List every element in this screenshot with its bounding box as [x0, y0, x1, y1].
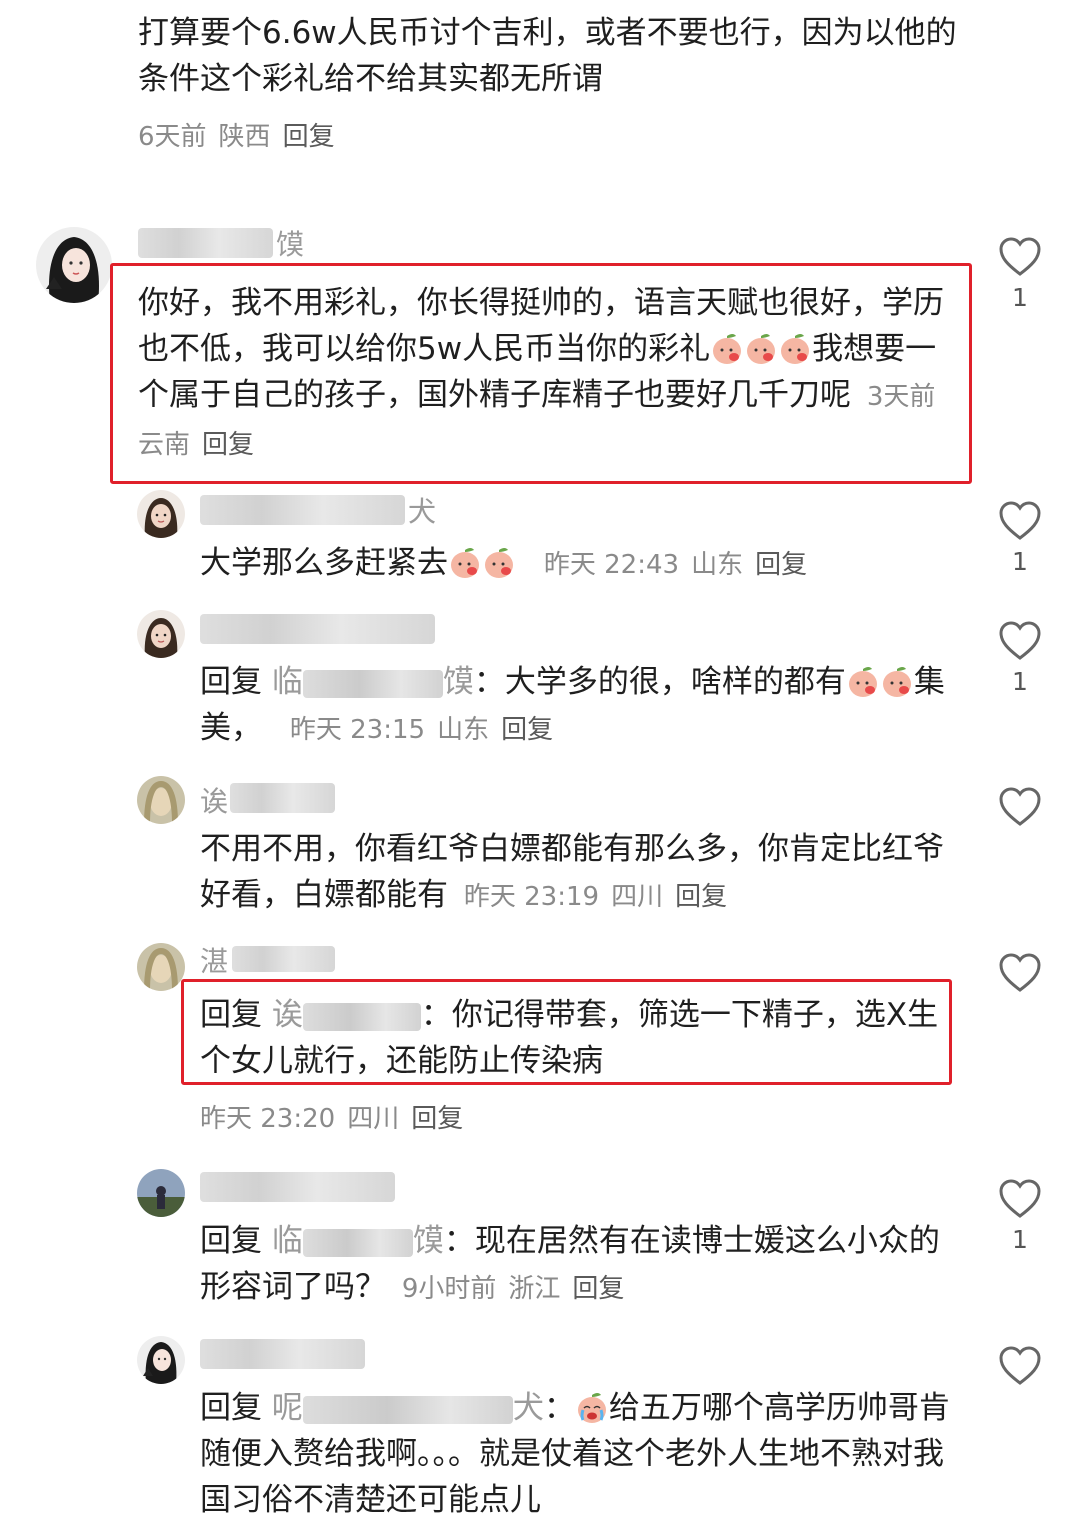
comment-meta: 昨天 23:20 四川 回复 — [200, 1098, 475, 1135]
username-blurred[interactable] — [232, 946, 335, 972]
avatar[interactable] — [137, 1336, 185, 1384]
comment-meta: 6天前 陕西 回复 — [138, 116, 347, 153]
like-count: 1 — [1012, 547, 1028, 576]
reply-prefix: 回复 — [200, 1390, 262, 1426]
username-blurred[interactable] — [230, 783, 335, 813]
crying-emoji — [575, 1389, 609, 1425]
comment-time: 昨天 23:15 — [289, 715, 426, 745]
like-button[interactable] — [988, 1346, 1052, 1386]
comment-text-a: ：大学多的很，啥样的都有 — [473, 664, 846, 700]
avatar[interactable] — [137, 490, 185, 538]
comment-text: 回复 临馍：现在居然有在读博士媛这么小众的形容词了吗？ 9小时前 浙江 回复 — [200, 1218, 970, 1312]
mention-head[interactable]: 呢 — [272, 1390, 303, 1426]
peach-emoji — [448, 544, 482, 580]
comment-time: 9小时前 — [401, 1274, 497, 1304]
peach-emoji — [880, 663, 914, 699]
comment-time: 昨天 22:43 — [543, 550, 680, 580]
mention-tail: 馍 — [412, 1223, 444, 1259]
comment-time: 昨天 23:20 — [200, 1104, 336, 1134]
like-count: 1 — [1012, 667, 1028, 696]
like-count: 1 — [1012, 283, 1028, 312]
comment-text: 不用不用，你看红爷白嫖都能有那么多，你肯定比红爷好看，白嫖都能有 昨天 23:1… — [200, 826, 970, 920]
comment-meta: 昨天 23:15 山东 回复 — [290, 715, 565, 745]
reply-prefix: 回复 — [200, 1223, 262, 1259]
heart-outline-icon — [999, 953, 1041, 992]
comment-location: 陕西 — [218, 122, 271, 152]
username-head: 湛 — [200, 945, 229, 978]
mention-blurred — [302, 1228, 413, 1257]
comment-text: 回复 临馍：大学多的很，啥样的都有 集美， 昨天 23:15 山东 回复 — [200, 659, 970, 753]
reply-button[interactable]: 回复 — [572, 1274, 624, 1304]
like-button[interactable]: 1 — [988, 501, 1052, 577]
comment-meta: 昨天 23:19 四川 回复 — [464, 882, 739, 912]
comment-location: 四川 — [611, 882, 664, 912]
comment-location: 浙江 — [508, 1274, 561, 1304]
avatar[interactable] — [137, 776, 185, 824]
comment-location: 山东 — [691, 550, 744, 580]
comment-time: 昨天 23:19 — [463, 882, 600, 912]
heart-outline-icon — [999, 1179, 1041, 1218]
reply-button[interactable]: 回复 — [501, 715, 553, 745]
mention-head[interactable]: 临 — [272, 664, 303, 700]
avatar[interactable] — [137, 943, 185, 991]
mention-blurred — [302, 669, 443, 698]
username-blurred[interactable] — [200, 495, 405, 525]
comment-location: 四川 — [347, 1104, 400, 1134]
heart-outline-icon — [999, 621, 1041, 660]
comment-location: 山东 — [437, 715, 490, 745]
heart-outline-icon — [999, 1346, 1041, 1385]
avatar[interactable] — [137, 610, 185, 658]
heart-outline-icon — [999, 237, 1041, 276]
reply-button[interactable]: 回复 — [411, 1104, 463, 1134]
username-blurred[interactable] — [200, 614, 435, 644]
mention-head[interactable]: 临 — [272, 1223, 303, 1259]
comment-text: 大学那么多赶紧去 — [200, 545, 448, 581]
username-tail: 馍 — [276, 228, 305, 261]
avatar[interactable] — [36, 227, 112, 303]
comment-meta: 昨天 22:43 山东 回复 — [544, 550, 819, 580]
heart-outline-icon — [999, 787, 1041, 826]
username-blurred[interactable] — [200, 1339, 365, 1369]
mention-tail: 犬 — [512, 1390, 544, 1426]
comment-text: 大学那么多赶紧去 昨天 22:43 山东 回复 — [200, 540, 970, 588]
peach-emoji — [482, 544, 516, 580]
avatar[interactable] — [137, 1169, 185, 1217]
reply-prefix: 回复 — [200, 664, 262, 700]
like-button[interactable]: 1 — [988, 237, 1052, 313]
highlight-box — [181, 979, 952, 1085]
username-head: 诶 — [200, 785, 229, 818]
comment-text-a: ： — [543, 1390, 575, 1426]
username-blurred[interactable] — [138, 228, 273, 258]
comment-time: 6天前 — [138, 122, 207, 152]
like-button[interactable] — [988, 953, 1052, 993]
mention-tail: 馍 — [442, 664, 474, 700]
reply-button[interactable]: 回复 — [675, 882, 727, 912]
like-button[interactable] — [988, 787, 1052, 827]
reply-button[interactable]: 回复 — [283, 122, 335, 152]
reply-button[interactable]: 回复 — [755, 550, 807, 580]
like-button[interactable]: 1 — [988, 1179, 1052, 1255]
username-tail: 犬 — [408, 495, 437, 528]
username-blurred[interactable] — [200, 1172, 395, 1202]
heart-outline-icon — [999, 501, 1041, 540]
comment-text: 打算要个6.6w人民币讨个吉利，或者不要也行，因为以他的条件这个彩礼给不给其实都… — [138, 15, 957, 97]
peach-emoji — [846, 663, 880, 699]
mention-blurred — [302, 1395, 513, 1424]
comment-meta: 9小时前 浙江 回复 — [402, 1274, 637, 1304]
highlight-box — [110, 263, 972, 484]
like-button[interactable]: 1 — [988, 621, 1052, 697]
like-count: 1 — [1012, 1225, 1028, 1254]
comment-text: 回复 呢犬： 给五万哪个高学历帅哥肯随便入赘给我啊。。。就是仗着这个老外人生地不熟… — [200, 1385, 955, 1523]
